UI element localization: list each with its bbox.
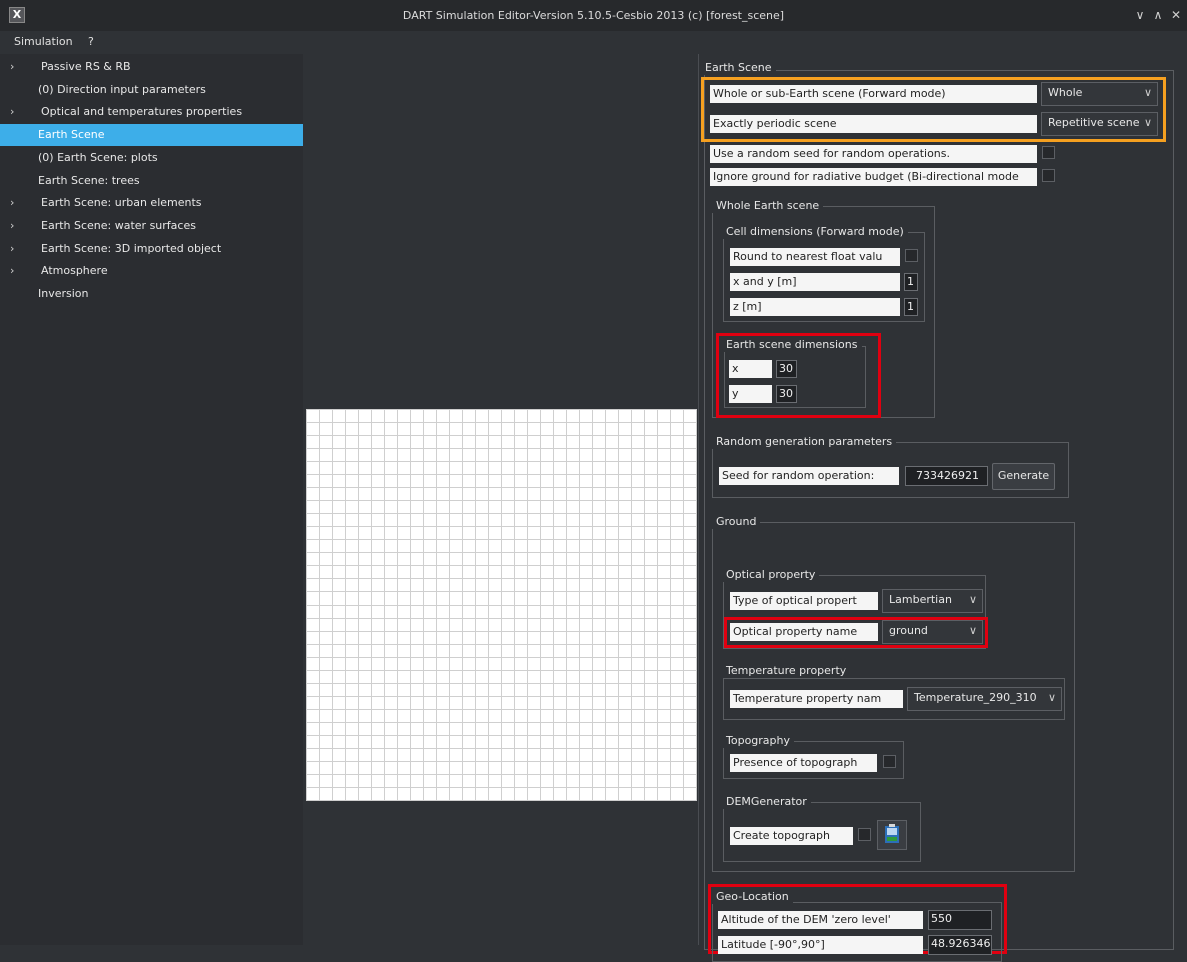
latitude-label: Latitude [-90°,90°] — [718, 936, 923, 954]
whole-or-sub-label: Whole or sub-Earth scene (Forward mode) — [710, 85, 1037, 103]
whole-or-sub-select[interactable]: Whole ∨ — [1041, 82, 1158, 106]
dem-generator-button[interactable] — [877, 820, 907, 850]
tree-item[interactable]: Earth Scene — [0, 124, 303, 147]
tree-item[interactable]: › Earth Scene: water surfaces — [0, 215, 303, 237]
scene-y-input[interactable]: 30 — [776, 385, 797, 403]
topography-title: Topography — [722, 734, 795, 748]
tree-item[interactable]: › Earth Scene: 3D imported object — [0, 238, 303, 260]
optical-type-value: Lambertian — [889, 593, 952, 606]
window-title: DART Simulation Editor-Version 5.10.5-Ce… — [402, 9, 785, 22]
tree-item-label: Earth Scene: water surfaces — [41, 218, 196, 232]
ignore-ground-label: Ignore ground for radiative budget (Bi-d… — [710, 168, 1037, 186]
tree-item[interactable]: (0) Earth Scene: plots — [0, 147, 303, 169]
close-icon[interactable]: ✕ — [1168, 7, 1184, 23]
periodic-scene-label: Exactly periodic scene — [710, 115, 1037, 133]
tree-item-label: Passive RS & RB — [41, 60, 131, 73]
altitude-label: Altitude of the DEM 'zero level' — [718, 911, 923, 929]
periodic-scene-value: Repetitive scene — [1048, 116, 1140, 129]
temperature-name-select[interactable]: Temperature_290_310 ∨ — [907, 687, 1062, 711]
random-seed-label: Use a random seed for random operations. — [710, 145, 1037, 163]
tree-item-label: Inversion — [38, 287, 89, 300]
periodic-scene-select[interactable]: Repetitive scene ∨ — [1041, 112, 1158, 136]
dem-generator-icon — [885, 824, 899, 843]
temperature-name-value: Temperature_290_310 — [914, 691, 1037, 704]
whole-or-sub-value: Whole — [1048, 86, 1083, 99]
optical-name-value: ground — [889, 624, 928, 637]
create-topography-checkbox[interactable] — [858, 828, 871, 841]
tree-item[interactable]: Earth Scene: trees — [0, 170, 303, 192]
tree-item[interactable]: › Atmosphere — [0, 260, 303, 282]
tree-item-label: (0) Direction input parameters — [38, 82, 206, 96]
round-float-label: Round to nearest float valu — [730, 248, 900, 266]
cell-z-label: z [m] — [730, 298, 900, 316]
tree-item-label: Atmosphere — [41, 264, 108, 278]
earth-scene-title: Earth Scene — [701, 61, 776, 75]
cell-z-input[interactable]: 1 — [904, 298, 918, 316]
geo-location-title: Geo-Location — [712, 890, 793, 904]
chevron-down-icon: ∨ — [1047, 691, 1056, 704]
tree-item-label: Earth Scene: trees — [38, 173, 140, 187]
scene-y-label: y — [729, 385, 772, 403]
seed-label: Seed for random operation: — [719, 467, 899, 485]
altitude-input[interactable]: 550 — [928, 910, 992, 930]
cell-xy-label: x and y [m] — [730, 273, 900, 291]
scene-dimensions-title: Earth scene dimensions — [722, 338, 862, 352]
chevron-down-icon: ∨ — [1143, 86, 1152, 99]
optical-property-title: Optical property — [722, 568, 820, 582]
chevron-right-icon[interactable]: › — [10, 192, 14, 214]
chevron-right-icon[interactable]: › — [10, 260, 14, 282]
chevron-right-icon[interactable]: › — [10, 56, 14, 78]
dem-generator-title: DEMGenerator — [722, 795, 811, 809]
minimize-icon[interactable]: ∨ — [1132, 7, 1148, 23]
tree-item-label: Earth Scene: 3D imported object — [41, 241, 222, 255]
menu-simulation[interactable]: Simulation — [14, 31, 73, 53]
tree-item[interactable]: › Earth Scene: urban elements — [0, 192, 303, 214]
scene-x-input[interactable]: 30 — [776, 360, 797, 378]
generate-button[interactable]: Generate — [992, 463, 1055, 490]
optical-type-select[interactable]: Lambertian ∨ — [882, 589, 983, 613]
maximize-icon[interactable]: ∧ — [1150, 7, 1166, 23]
menu-help[interactable]: ? — [88, 31, 94, 53]
whole-earth-title: Whole Earth scene — [712, 199, 824, 213]
chevron-right-icon[interactable]: › — [10, 238, 14, 260]
round-float-checkbox[interactable] — [905, 249, 918, 262]
temperature-name-label: Temperature property nam — [730, 690, 903, 708]
menu-bar — [0, 31, 1187, 53]
optical-name-label: Optical property name — [730, 623, 878, 641]
latitude-input[interactable]: 48.926346 — [928, 935, 992, 955]
chevron-right-icon[interactable]: › — [10, 101, 14, 123]
tree-item-label: Earth Scene — [38, 128, 105, 142]
scene-x-label: x — [729, 360, 772, 378]
topography-presence-checkbox[interactable] — [883, 755, 896, 768]
tree-item-label: (0) Earth Scene: plots — [38, 150, 158, 164]
chevron-down-icon: ∨ — [1143, 116, 1152, 129]
chevron-down-icon: ∨ — [968, 593, 977, 606]
tree-item-label: Earth Scene: urban elements — [41, 196, 202, 210]
random-generation-title: Random generation parameters — [712, 435, 897, 449]
cell-dimensions-title: Cell dimensions (Forward mode) — [722, 225, 908, 239]
tree-item[interactable]: Inversion — [0, 283, 303, 305]
scene-grid[interactable] — [306, 409, 697, 801]
create-topography-label: Create topograph — [730, 827, 853, 845]
chevron-right-icon[interactable]: › — [10, 215, 14, 237]
tree-item-label: Optical and temperatures properties — [41, 105, 243, 119]
tree-item[interactable]: (0) Direction input parameters — [0, 79, 303, 101]
topography-presence-label: Presence of topograph — [730, 754, 877, 772]
seed-input[interactable]: 733426921 — [905, 466, 988, 486]
random-seed-checkbox[interactable] — [1042, 146, 1055, 159]
optical-name-select[interactable]: ground ∨ — [882, 620, 983, 644]
tree-item[interactable]: › Optical and temperatures properties — [0, 101, 303, 123]
cell-xy-input[interactable]: 1 — [904, 273, 918, 291]
tree-item[interactable]: › Passive RS & RB — [0, 56, 303, 78]
ground-title: Ground — [712, 515, 761, 529]
temperature-property-title: Temperature property — [722, 664, 851, 678]
chevron-down-icon: ∨ — [968, 624, 977, 637]
optical-type-label: Type of optical propert — [730, 592, 878, 610]
ignore-ground-checkbox[interactable] — [1042, 169, 1055, 182]
